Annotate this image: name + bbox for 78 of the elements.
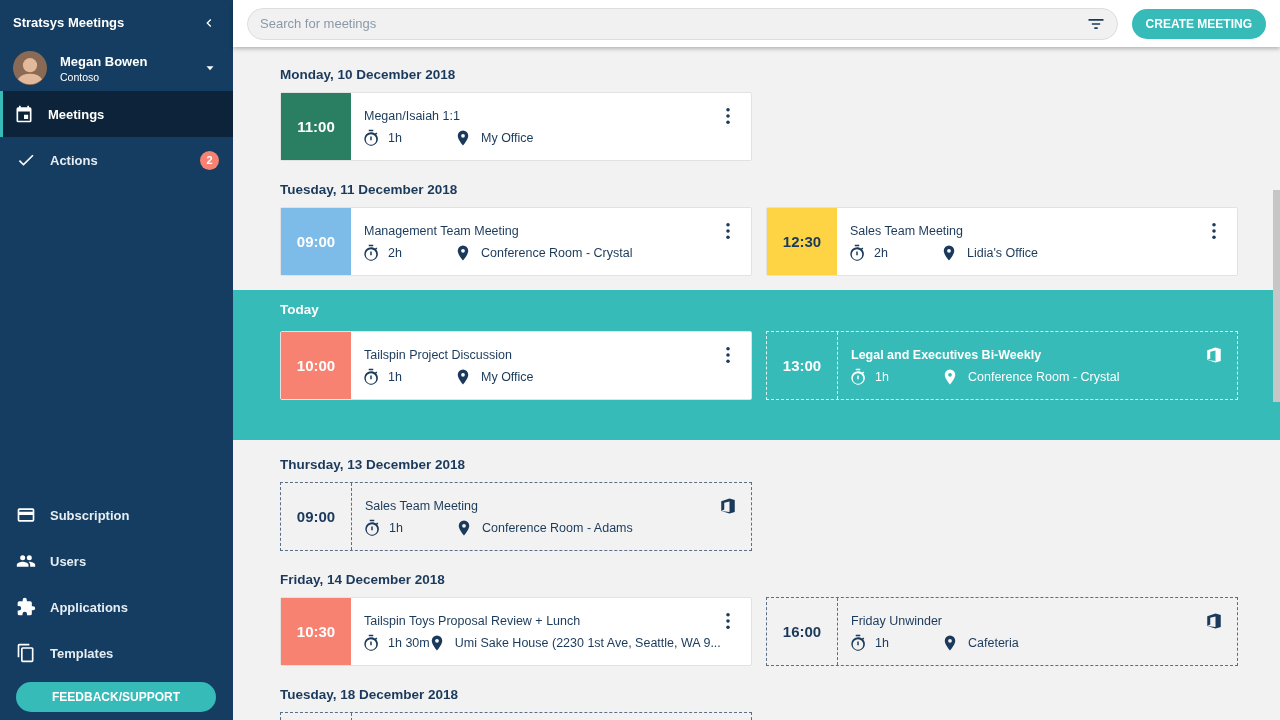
stopwatch-icon — [362, 129, 380, 147]
office-icon — [1205, 346, 1223, 364]
avatar — [13, 51, 47, 85]
more-options-icon — [726, 223, 730, 239]
day-heading: Friday, 14 December 2018 — [280, 572, 446, 588]
meeting-title: Sales Team Meeting — [850, 224, 965, 239]
meeting-location: Lidia's Office — [967, 246, 1038, 260]
office-icon — [1205, 612, 1223, 630]
calendar-icon — [14, 104, 34, 124]
meeting-card[interactable]: 10:00 Tailspin Project Discussion 1h My Office — [280, 331, 752, 400]
meeting-location: Conference Room - Crystal — [968, 370, 1120, 384]
more-options-icon — [1212, 223, 1216, 239]
more-options-icon — [726, 347, 730, 363]
day-heading: Tuesday, 18 December 2018 — [280, 687, 460, 703]
meeting-location: Conference Room - Adams — [482, 521, 633, 535]
meeting-title: Legal and Executives Bi-Weekly — [851, 348, 1043, 363]
meeting-time: 16:00 — [767, 598, 838, 665]
meeting-duration: 1h 30m — [388, 636, 430, 650]
app-title: Stratsys Meetings — [13, 15, 125, 30]
stopwatch-icon — [849, 634, 867, 652]
meeting-card[interactable]: 09:00 Sales Team Meeting 1h Conference Room - Adams — [280, 482, 752, 551]
meeting-title: Tailspin Project Discussion — [364, 348, 513, 363]
nav-item[interactable]: Actions 2 — [0, 137, 233, 183]
nav-item[interactable]: Meetings — [0, 91, 233, 137]
meeting-title: Sales Team Meeting — [365, 499, 480, 514]
credit-card-icon — [16, 505, 36, 525]
nav-item[interactable]: Applications — [0, 584, 233, 630]
more-options-icon — [726, 613, 730, 629]
puzzle-piece-icon — [16, 597, 36, 617]
copy-icon — [16, 643, 36, 663]
nav-item[interactable]: Subscription — [0, 492, 233, 538]
meeting-duration: 1h — [389, 521, 404, 535]
meeting-title: Management Team Meeting — [364, 224, 520, 239]
user-name: Megan Bowen — [60, 53, 149, 69]
meeting-duration: 1h — [388, 131, 403, 145]
meeting-time: 11:00 — [281, 93, 351, 160]
meeting-location: My Office — [481, 370, 534, 384]
meeting-location: My Office — [481, 131, 534, 145]
day-heading: Monday, 10 December 2018 — [280, 67, 457, 83]
nav-item[interactable]: Templates — [0, 630, 233, 676]
stopwatch-icon — [848, 244, 866, 262]
stopwatch-icon — [362, 244, 380, 262]
meeting-card[interactable]: 12:30 Sales Team Meeting 2h Lidia's Office — [766, 207, 1238, 276]
stopwatch-icon — [362, 634, 380, 652]
stopwatch-icon — [849, 368, 867, 386]
meeting-location: Cafeteria — [968, 636, 1019, 650]
day-heading: Today — [280, 302, 320, 318]
meeting-card[interactable]: 11:00 Megan/Isaiah 1:1 1h My Office — [280, 92, 752, 161]
meeting-title: Friday Unwinder — [851, 614, 943, 629]
day-heading: Thursday, 13 December 2018 — [280, 457, 467, 473]
meeting-time: 10:30 — [281, 598, 351, 665]
nav-item[interactable]: Users — [0, 538, 233, 584]
day-heading: Tuesday, 11 December 2018 — [280, 182, 459, 198]
meeting-location: Conference Room - Crystal — [481, 246, 633, 260]
meeting-time: 12:30 — [767, 208, 837, 275]
meeting-duration: 2h — [874, 246, 889, 260]
meeting-time: 10:00 — [281, 332, 351, 399]
more-options-icon — [726, 108, 730, 124]
meeting-card[interactable]: 16:00 Friday Unwinder 1h Cafeteria — [766, 597, 1238, 666]
meeting-title: Tailspin Toys Proposal Review + Lunch — [364, 614, 582, 629]
meeting-time: 13:00 — [767, 332, 838, 399]
meeting-card[interactable]: 10:30 Tailspin Toys Proposal Review + Lunch 1h 30m Umi Sake House (2230 1st Ave, Seattle, WA 9... — [280, 597, 752, 666]
meeting-duration: 1h — [875, 636, 890, 650]
meeting-title: Megan/Isaiah 1:1 — [364, 109, 461, 124]
office-icon — [719, 497, 737, 515]
count-badge: 2 — [200, 150, 219, 170]
meeting-duration: 1h — [875, 370, 890, 384]
user-org: Contoso — [60, 70, 101, 83]
stopwatch-icon — [362, 368, 380, 386]
search-field[interactable]: Search for meetings — [247, 7, 1118, 40]
meeting-location: Umi Sake House (2230 1st Ave, Seattle, WA 9... — [454, 636, 721, 650]
meeting-duration: 1h — [388, 370, 403, 384]
meeting-time: 09:00 — [281, 483, 352, 550]
scrollbar-thumb[interactable] — [1273, 190, 1280, 402]
stopwatch-icon — [363, 519, 381, 537]
meeting-card[interactable]: 09:00 Management Team Meeting 2h Conference Room - Crystal — [280, 207, 752, 276]
meeting-time: 09:00 — [281, 208, 351, 275]
meeting-duration: 2h — [388, 246, 403, 260]
